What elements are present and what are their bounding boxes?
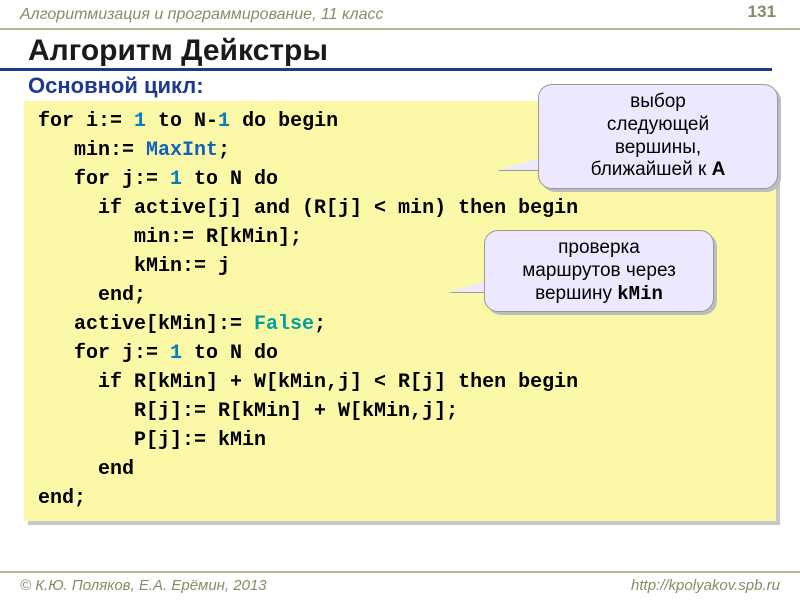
slide-title: Алгоритм Дейкстры xyxy=(0,30,772,71)
course-label: Алгоритмизация и программирование, 11 кл… xyxy=(20,6,384,23)
slide-header: Алгоритмизация и программирование, 11 кл… xyxy=(0,0,800,30)
callout-route-check: проверка маршрутов через вершину kMin xyxy=(484,230,714,312)
slide-footer: © К.Ю. Поляков, Е.А. Ерёмин, 2013 http:/… xyxy=(0,571,800,600)
credit: © К.Ю. Поляков, Е.А. Ерёмин, 2013 xyxy=(20,577,267,594)
page-number: 131 xyxy=(748,2,776,22)
footer-url: http://kpolyakov.spb.ru xyxy=(631,577,780,594)
callout-vertex-select: выбор следующей вершины, ближайшей к A xyxy=(538,84,778,189)
